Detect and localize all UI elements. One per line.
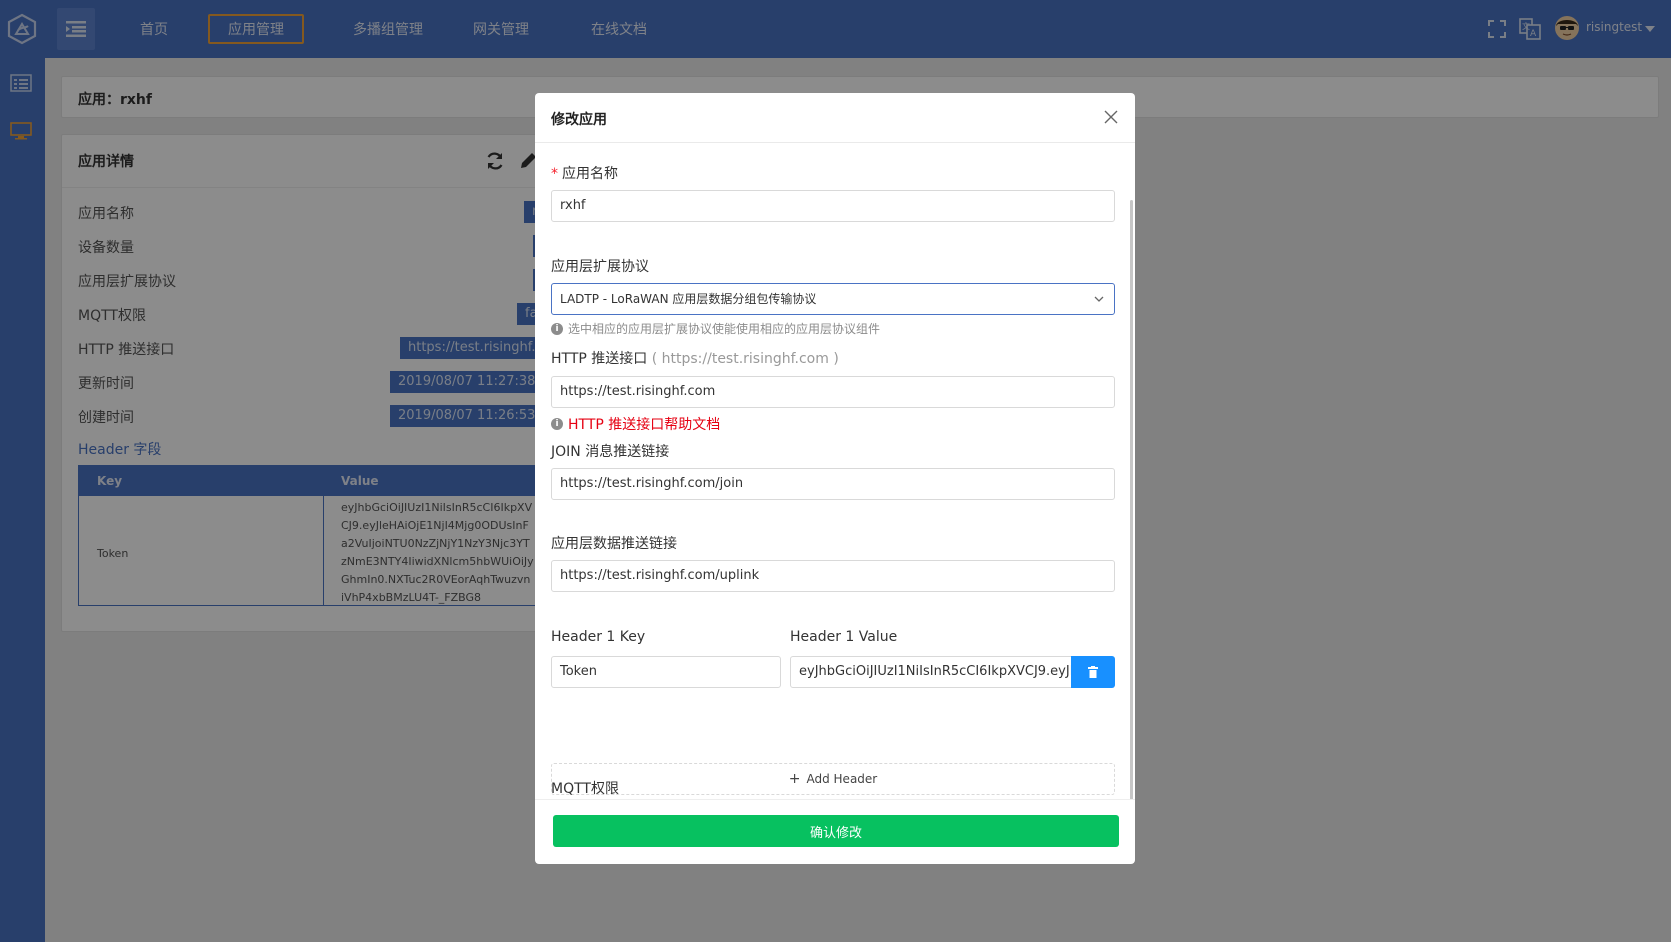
app-name-label-text: 应用名称 [562,166,618,182]
edit-app-modal: 修改应用 * 应用名称 rxhf 应用层扩展协议 LADTP - LoRaWAN … [535,93,1135,864]
close-icon[interactable] [1103,109,1119,125]
confirm-button[interactable]: 确认修改 [553,815,1119,847]
protocol-hint: i 选中相应的应用层扩展协议使能使用相应的应用层协议组件 [551,320,880,337]
app-name-input[interactable]: rxhf [551,190,1115,222]
plus-icon: + [788,771,801,787]
modal-footer: 确认修改 [535,799,1135,864]
modal-header: 修改应用 [535,93,1135,143]
protocol-select[interactable]: LADTP - LoRaWAN 应用层数据分组包传输协议 [551,283,1115,315]
join-label: JOIN 消息推送链接 [551,444,670,460]
header1-key-label: Header 1 Key [551,629,646,645]
modal-title: 修改应用 [551,112,607,128]
info-icon: i [551,322,563,335]
protocol-label: 应用层扩展协议 [551,259,649,275]
modal-scrollbar[interactable] [1130,200,1133,799]
delete-header-button[interactable] [1071,656,1115,688]
mqtt-label: MQTT权限 [551,781,619,797]
http-label-text: HTTP 推送接口 [551,351,648,367]
app-name-label: * 应用名称 [551,163,618,183]
http-help: i HTTP 推送接口帮助文档 [551,414,720,434]
uplink-label: 应用层数据推送链接 [551,536,677,552]
info-icon: i [551,418,563,430]
header1-value-label: Header 1 Value [790,629,898,645]
http-label: HTTP 推送接口 ( https://test.risinghf.com ) [551,348,839,368]
add-header-button[interactable]: + Add Header [551,763,1115,795]
uplink-input[interactable]: https://test.risinghf.com/uplink [551,560,1115,592]
add-header-label: Add Header [806,772,878,786]
http-label-hint: ( https://test.risinghf.com ) [651,351,839,367]
protocol-select-value: LADTP - LoRaWAN 应用层数据分组包传输协议 [560,292,817,306]
http-input[interactable]: https://test.risinghf.com [551,376,1115,408]
chevron-down-icon [1094,296,1104,302]
header1-key-input[interactable]: Token [551,656,781,688]
modal-body: * 应用名称 rxhf 应用层扩展协议 LADTP - LoRaWAN 应用层数据… [535,144,1135,799]
trash-icon [1088,666,1098,678]
protocol-hint-text: 选中相应的应用层扩展协议使能使用相应的应用层协议组件 [568,322,881,336]
http-help-link[interactable]: HTTP 推送接口帮助文档 [568,414,720,434]
header1-value-input[interactable]: eyJhbGciOiJIUzI1NiIsInR5cCI6IkpXVCJ9.eyJ… [790,656,1072,688]
required-mark: * [551,166,558,182]
join-input[interactable]: https://test.risinghf.com/join [551,468,1115,500]
